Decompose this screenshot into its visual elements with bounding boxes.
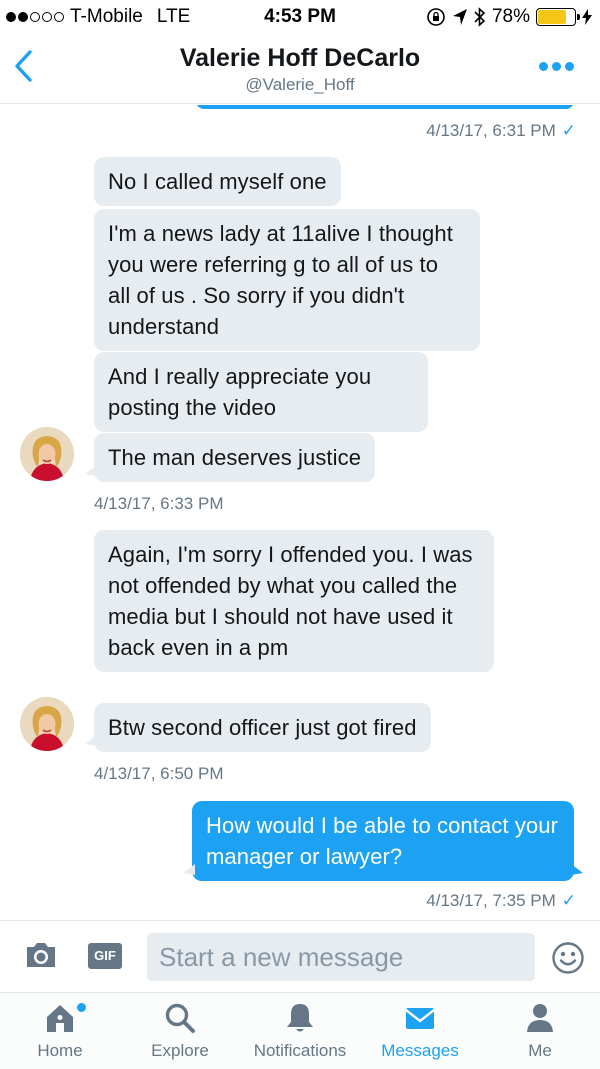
- timestamp-text: 4/13/17, 7:35 PM: [426, 891, 556, 910]
- timestamp-sent: 4/13/17, 7:35 PM ✓: [426, 891, 576, 911]
- message-text: Again, I'm sorry I offended you. I was n…: [108, 542, 473, 660]
- status-right: 78%: [426, 6, 592, 28]
- timestamp-received: 4/13/17, 6:33 PM: [94, 494, 224, 513]
- contact-name: Valerie Hoff DeCarlo: [179, 44, 421, 72]
- person-icon: [527, 1004, 553, 1032]
- envelope-icon: [405, 1008, 435, 1029]
- charging-bolt-icon: [582, 9, 592, 25]
- emoji-button[interactable]: [551, 941, 585, 975]
- camera-button[interactable]: [24, 941, 58, 969]
- home-icon: [47, 1005, 73, 1032]
- tab-home[interactable]: Home: [0, 1001, 120, 1067]
- bluetooth-icon: [474, 7, 486, 27]
- profile-photo: [20, 697, 74, 751]
- received-message[interactable]: Btw second officer just got fired: [85, 703, 431, 752]
- conversation-header: Valerie Hoff DeCarlo @Valerie_Hoff: [0, 34, 600, 104]
- tab-explore[interactable]: Explore: [120, 1001, 240, 1067]
- bell-icon: [287, 1004, 313, 1032]
- message-text: And I really appreciate you posting the …: [108, 364, 372, 420]
- home-notification-dot: [77, 1003, 86, 1012]
- message-composer: GIF: [0, 920, 600, 992]
- location-arrow-icon: [452, 9, 467, 25]
- battery-level: [538, 10, 567, 24]
- rotation-lock-icon: [427, 8, 445, 26]
- message-text: No I called myself one: [108, 169, 327, 194]
- received-message[interactable]: And I really appreciate you posting the …: [94, 352, 428, 432]
- message-text: Btw second officer just got fired: [108, 715, 417, 740]
- contact-handle: @Valerie_Hoff: [245, 75, 355, 94]
- received-message[interactable]: The man deserves justice: [84, 433, 376, 482]
- tab-me[interactable]: Me: [480, 1001, 600, 1067]
- message-text: How would I be able to contact your mana…: [206, 813, 559, 869]
- message-input[interactable]: [147, 933, 535, 981]
- read-check-icon: ✓: [561, 891, 576, 910]
- tab-notifications[interactable]: Notifications: [240, 1001, 360, 1067]
- tab-messages[interactable]: Messages: [360, 1001, 480, 1067]
- timestamp-sent-top: 4/13/17, 6:31 PM ✓: [426, 121, 576, 141]
- message-text: The man deserves justice: [108, 445, 362, 470]
- tab-home-label: Home: [37, 1041, 83, 1060]
- message-text: I'm a news lady at 11alive I thought you…: [108, 221, 453, 339]
- emoji-icon: [552, 942, 584, 974]
- timestamp-text: 4/13/17, 6:31 PM: [426, 121, 556, 140]
- received-message[interactable]: I'm a news lady at 11alive I thought you…: [94, 209, 480, 351]
- battery-percent: 78%: [491, 6, 530, 27]
- camera-icon: [27, 943, 55, 967]
- profile-photo: [20, 427, 74, 481]
- search-icon: [165, 1003, 195, 1033]
- tab-me-label: Me: [528, 1041, 552, 1060]
- bottom-tab-bar: Home Explore Notifications Messages Me: [0, 992, 600, 1069]
- message-thread[interactable]: 4/13/17, 6:31 PM ✓ No I called myself one…: [0, 105, 600, 920]
- avatar[interactable]: [20, 697, 74, 751]
- tab-explore-label: Explore: [151, 1041, 209, 1060]
- status-bar: T-Mobile LTE 4:53 PM 78%: [0, 0, 600, 34]
- more-options-button[interactable]: [539, 62, 574, 71]
- gif-button[interactable]: GIF: [88, 943, 122, 969]
- sent-message[interactable]: How would I be able to contact your mana…: [183, 801, 583, 881]
- tab-messages-label: Messages: [381, 1041, 459, 1060]
- previous-sent-bubble: [196, 105, 574, 109]
- received-message[interactable]: Again, I'm sorry I offended you. I was n…: [94, 530, 494, 672]
- battery-icon: [536, 8, 580, 26]
- more-dots-icon: [539, 62, 548, 71]
- read-check-icon: ✓: [561, 121, 576, 140]
- avatar[interactable]: [20, 427, 74, 481]
- timestamp-received: 4/13/17, 6:50 PM: [94, 764, 224, 783]
- received-message[interactable]: No I called myself one: [94, 157, 341, 206]
- tab-notifications-label: Notifications: [253, 1041, 347, 1060]
